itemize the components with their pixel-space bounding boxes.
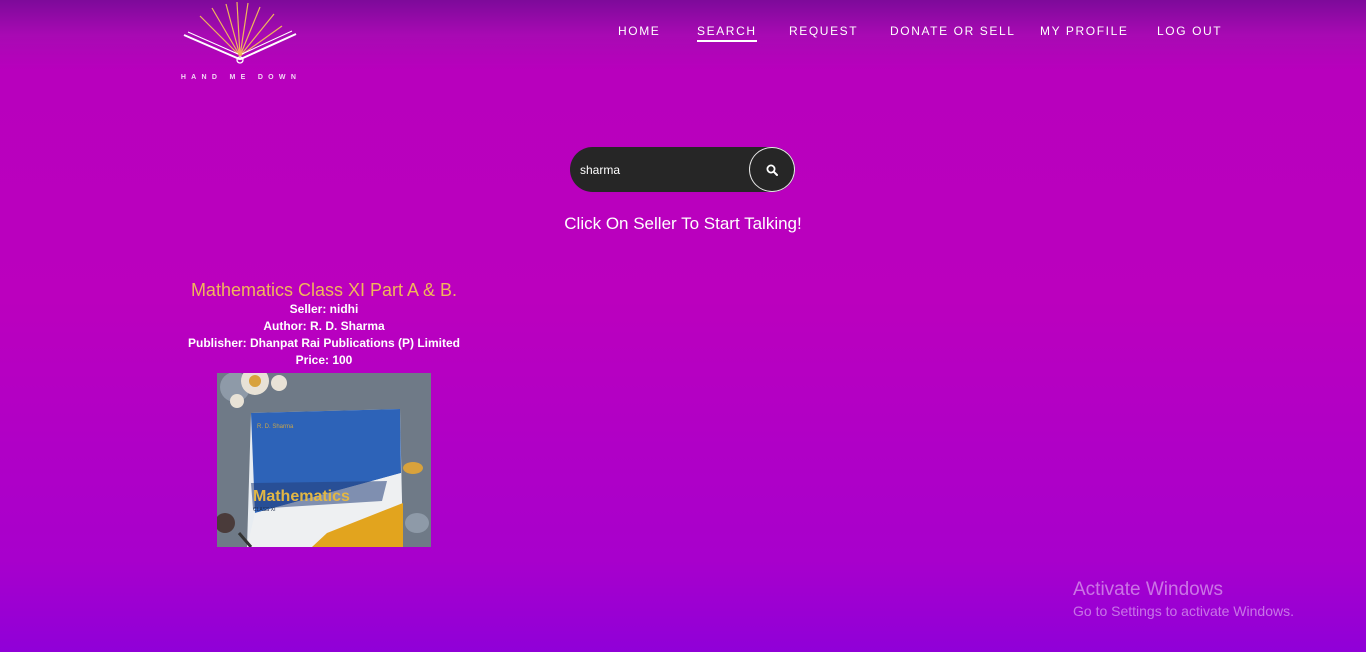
book-publisher: Publisher: Dhanpat Rai Publications (P) … xyxy=(187,336,461,350)
nav-search[interactable]: SEARCH xyxy=(697,24,757,42)
cover-title: Mathematics xyxy=(253,488,350,505)
book-author: Author: R. D. Sharma xyxy=(263,319,385,333)
nav-donate-or-sell[interactable]: DONATE OR SELL xyxy=(890,24,1016,38)
book-title[interactable]: Mathematics Class XI Part A & B. xyxy=(170,279,478,301)
site-logo[interactable]: HAND ME DOWN xyxy=(178,2,304,86)
nav-request[interactable]: REQUEST xyxy=(789,24,858,38)
nav-my-profile[interactable]: MY PROFILE xyxy=(1040,24,1128,38)
cover-subtitle: CLASS XI xyxy=(253,507,276,513)
search-icon xyxy=(766,164,778,176)
book-price: Price: 100 xyxy=(295,353,353,367)
cover-author: R. D. Sharma xyxy=(257,424,294,430)
search-bar xyxy=(570,147,795,192)
logo-text: HAND ME DOWN xyxy=(180,74,302,81)
book-image[interactable]: R. D. Sharma Mathematics CLASS XI xyxy=(217,373,431,547)
nav-home[interactable]: HOME xyxy=(618,24,660,38)
search-button[interactable] xyxy=(749,147,795,192)
book-seller[interactable]: Seller: nidhi xyxy=(170,301,478,318)
activate-windows-watermark: Activate Windows Go to Settings to activ… xyxy=(1073,578,1294,621)
watermark-line1: Activate Windows xyxy=(1073,579,1223,600)
seller-hint: Click On Seller To Start Talking! xyxy=(564,214,802,233)
watermark-line2: Go to Settings to activate Windows. xyxy=(1073,603,1294,619)
result-card[interactable]: Mathematics Class XI Part A & B. Seller:… xyxy=(170,279,478,369)
nav-log-out[interactable]: LOG OUT xyxy=(1157,24,1222,38)
main-nav: HOME SEARCH REQUEST DONATE OR SELL MY PR… xyxy=(0,24,1366,44)
search-input[interactable] xyxy=(580,157,745,182)
